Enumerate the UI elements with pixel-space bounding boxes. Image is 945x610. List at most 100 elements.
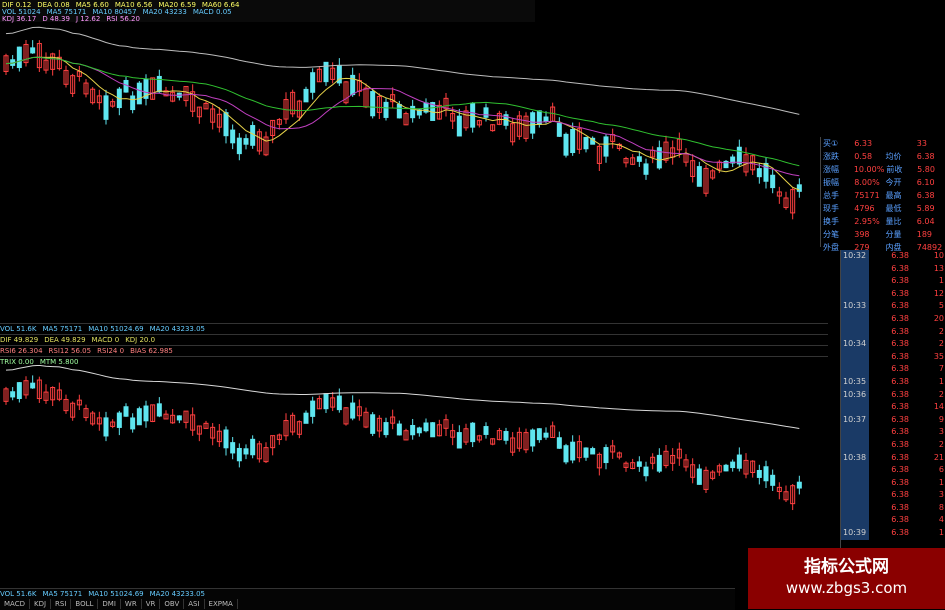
trade-row: 6.38 4 xyxy=(841,514,945,528)
candlestick xyxy=(276,433,282,445)
site-watermark: 指标公式网 www.zbgs3.com xyxy=(748,548,945,609)
candlestick xyxy=(623,156,629,168)
candlestick xyxy=(30,375,36,389)
candlestick xyxy=(616,451,622,460)
ma10-line xyxy=(5,56,800,177)
trade-vol: 1 xyxy=(938,276,944,286)
quote-value2: 189 xyxy=(916,230,933,239)
trade-vol: 6 xyxy=(938,465,944,475)
tab-wr[interactable]: WR xyxy=(121,599,142,609)
trade-price: 6.38 xyxy=(891,339,909,349)
tab-boll[interactable]: BOLL xyxy=(71,599,99,609)
candlestick xyxy=(456,425,462,449)
trade-row: 6.38 2 xyxy=(841,325,945,339)
trade-vol: 12 xyxy=(933,288,944,298)
tick-trade-list[interactable]: 10:32 6.38 10 6.38 13 6.38 1 6.38 12 10:33 6.38 5 6.… xyxy=(840,250,945,550)
candlestick xyxy=(703,466,709,493)
candlestick xyxy=(110,98,116,108)
candlestick xyxy=(416,426,422,437)
candlestick xyxy=(223,426,229,456)
ma60-line xyxy=(5,26,800,115)
candlestick xyxy=(176,92,182,101)
candlestick xyxy=(50,386,56,407)
quote-value2: 6.10 xyxy=(916,178,935,187)
candlestick xyxy=(363,407,369,429)
candlestick xyxy=(743,147,749,177)
tab-vr[interactable]: VR xyxy=(142,599,161,609)
candlestick xyxy=(423,98,429,114)
candlestick xyxy=(323,393,329,413)
trade-vol: 10 xyxy=(933,251,944,260)
quote-row: 换手 2.95% 量比 6.04 xyxy=(821,215,945,228)
candlestick xyxy=(536,428,542,443)
candlestick xyxy=(410,99,416,123)
candlestick xyxy=(463,423,469,446)
quote-label2: 今开 xyxy=(885,178,902,187)
trade-time: 10:33 xyxy=(841,300,869,313)
candlestick xyxy=(390,409,396,430)
trade-price: 6.38 xyxy=(891,427,909,437)
quote-label: 换手 xyxy=(823,217,839,226)
candlestick xyxy=(256,128,262,155)
candlestick xyxy=(203,420,209,429)
tab-rsi[interactable]: RSI xyxy=(51,599,72,609)
trade-time xyxy=(841,275,869,288)
candlestick xyxy=(43,52,49,74)
candlestick xyxy=(150,77,156,100)
trade-price: 6.38 xyxy=(891,313,909,323)
tab-dmi[interactable]: DMI xyxy=(98,599,121,609)
tab-expma[interactable]: EXPMA xyxy=(205,599,238,609)
candlestick xyxy=(756,464,762,485)
candlestick xyxy=(63,394,69,414)
candlestick xyxy=(96,411,102,431)
candlestick xyxy=(650,453,656,470)
candlestick xyxy=(683,454,689,472)
trade-vol: 20 xyxy=(933,313,944,323)
quote-label2: 均价 xyxy=(885,152,902,161)
trade-price: 6.38 xyxy=(891,351,909,361)
candlestick xyxy=(130,413,136,433)
candlestick xyxy=(170,85,176,103)
candlestick xyxy=(636,456,642,472)
tab-macd[interactable]: MACD xyxy=(0,599,30,609)
trade-price: 6.38 xyxy=(891,502,909,512)
trade-time xyxy=(841,514,869,528)
candlestick xyxy=(750,154,756,175)
candlestick xyxy=(436,419,442,437)
candlestick xyxy=(476,434,482,443)
candlestick xyxy=(16,46,22,72)
trade-vol: 2 xyxy=(938,326,944,336)
candlestick xyxy=(330,392,336,412)
candlestick xyxy=(550,102,556,122)
candlestick-chart-lower[interactable] xyxy=(0,365,820,582)
candlestick xyxy=(703,164,709,197)
tab-obv[interactable]: OBV xyxy=(160,599,185,609)
candlestick xyxy=(743,453,749,479)
candlestick xyxy=(396,420,402,436)
trade-vol: 8 xyxy=(938,502,944,512)
candlestick xyxy=(116,87,122,116)
candlestick xyxy=(83,79,89,98)
candlestick xyxy=(596,144,602,172)
tab-asi[interactable]: ASI xyxy=(184,599,205,609)
candlestick xyxy=(290,89,296,118)
candlestick xyxy=(423,418,429,433)
candlestick xyxy=(763,157,769,189)
candlestick xyxy=(256,440,262,463)
quote-label2: 分量 xyxy=(885,230,902,239)
trade-row: 6.38 13 xyxy=(841,262,945,276)
quote-value2: 6.38 xyxy=(916,152,935,161)
trade-time xyxy=(841,312,869,326)
watermark-url: www.zbgs3.com xyxy=(785,579,908,597)
candlestick-chart-main[interactable] xyxy=(0,22,820,322)
candlestick xyxy=(216,424,222,447)
tab-kdj[interactable]: KDJ xyxy=(30,599,52,609)
trade-row: 6.38 3 xyxy=(841,426,945,439)
candlestick xyxy=(556,117,562,137)
candlestick xyxy=(796,178,802,198)
trade-price: 6.38 xyxy=(891,528,909,538)
candlestick xyxy=(490,124,496,132)
quote-panel: 买① 6.33 33 涨跌 0.58 均价 6.38 涨幅 10.00% 前收 5.80 振幅 8.00… xyxy=(820,137,945,252)
candlestick xyxy=(56,382,62,402)
trade-row: 6.38 6 xyxy=(841,464,945,477)
